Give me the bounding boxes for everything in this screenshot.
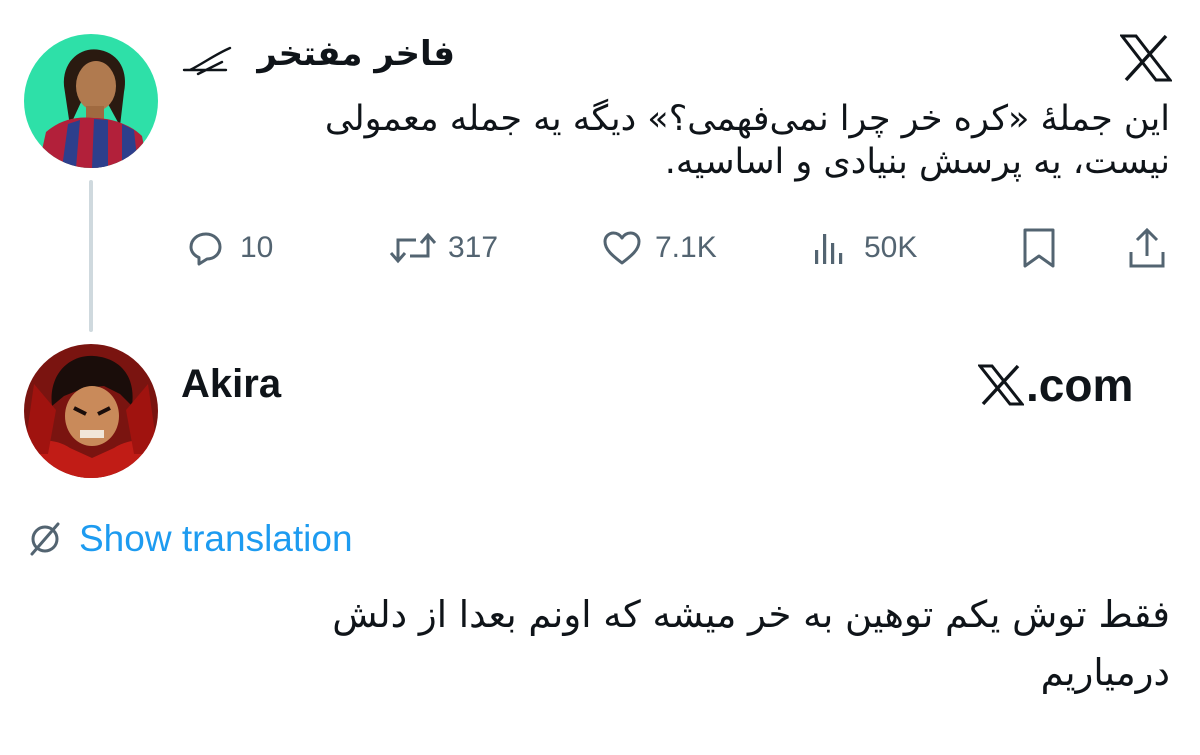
signature-mark-icon	[182, 46, 234, 82]
view-count: 50K	[864, 231, 918, 264]
reply-text: فقط توش یکم توهین به خر میشه که اونم بعد…	[130, 586, 1170, 702]
watermark-domain-text: .com	[1026, 359, 1134, 411]
thread-connector-line	[89, 180, 93, 332]
bookmark-button[interactable]	[1019, 226, 1059, 270]
repost-count: 317	[448, 231, 499, 264]
reply-count: 10	[240, 231, 274, 264]
reply-author-avatar[interactable]	[24, 344, 158, 478]
tweet-text-line: نیست، یه پرسش بنیادی و اساسیه.	[664, 142, 1170, 182]
translate-globe-icon	[30, 522, 60, 556]
reply-author-name[interactable]: Akira	[181, 360, 281, 408]
x-logo-icon	[1118, 34, 1174, 82]
views-button[interactable]: 50K	[810, 226, 917, 270]
repost-icon	[389, 232, 437, 264]
show-translation-link[interactable]: Show translation	[25, 517, 353, 561]
tweet-text: این جملهٔ «کره خر چرا نمی‌فهمی؟» دیگه یه…	[180, 98, 1170, 184]
author-name[interactable]: فاخر مفتخر	[257, 32, 455, 76]
like-button[interactable]: 7.1K	[601, 226, 717, 270]
heart-icon	[603, 231, 641, 265]
share-button[interactable]	[1125, 226, 1169, 270]
reply-bubble-icon	[189, 232, 222, 266]
show-translation-label: Show translation	[79, 518, 353, 559]
share-upload-icon	[1129, 227, 1165, 268]
tweet-text-line: این جملهٔ «کره خر چرا نمی‌فهمی؟» دیگه یه…	[324, 99, 1170, 139]
author-avatar[interactable]	[24, 34, 158, 168]
reply-text-line: درمیاریم	[1040, 651, 1170, 694]
analytics-bars-icon	[815, 234, 843, 264]
like-count: 7.1K	[655, 231, 717, 264]
bookmark-icon	[1023, 228, 1055, 268]
reply-text-line: فقط توش یکم توهین به خر میشه که اونم بعد…	[332, 593, 1170, 636]
x-com-watermark: .com	[978, 358, 1133, 412]
x-logo-icon	[978, 364, 1024, 406]
reply-button[interactable]: 10	[186, 226, 273, 270]
repost-button[interactable]: 317	[388, 226, 498, 270]
